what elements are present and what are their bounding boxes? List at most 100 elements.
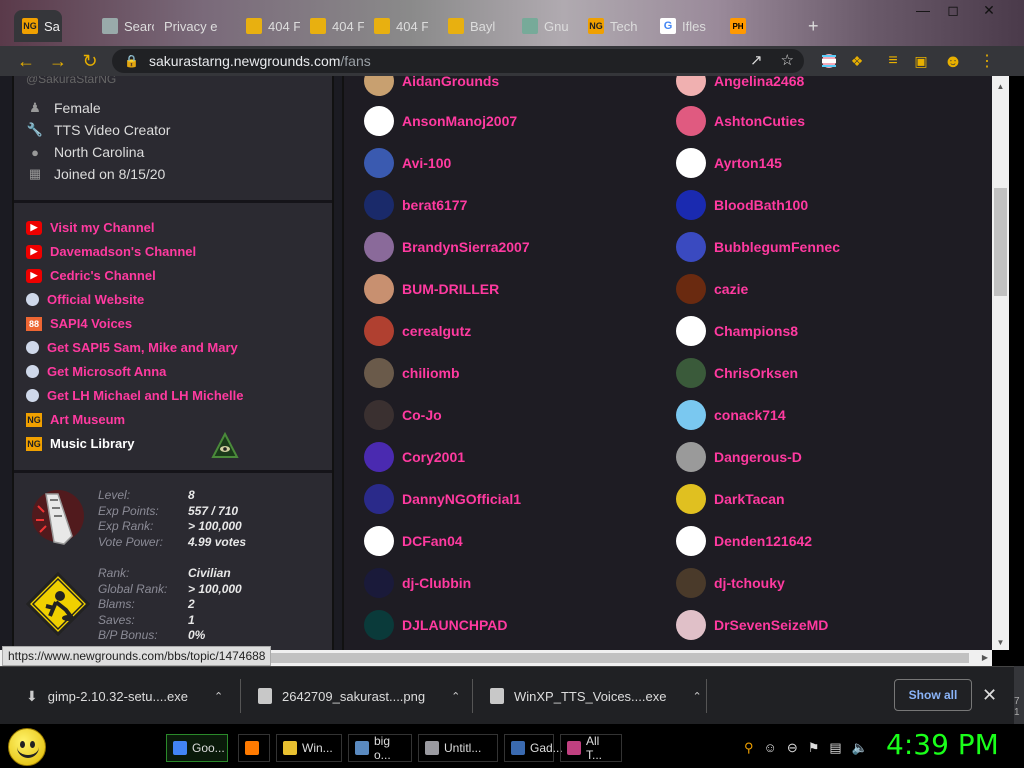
side-panel-icon[interactable]: ▣ xyxy=(910,50,932,72)
fan-item[interactable]: Avi-100 xyxy=(364,148,451,178)
new-tab-button[interactable]: + xyxy=(800,10,830,42)
link-sapi4-voices[interactable]: 88 SAPI4 Voices xyxy=(26,316,132,331)
tab[interactable]: PH xyxy=(722,10,794,42)
link-get-lh-voices[interactable]: Get LH Michael and LH Michelle xyxy=(26,388,243,403)
account-avatar-icon[interactable]: ☻ xyxy=(942,50,964,72)
reload-icon[interactable]: ↻ xyxy=(74,46,106,76)
link-cedric-channel[interactable]: ▶ Cedric's Channel xyxy=(26,268,156,283)
link-davemadson-channel[interactable]: ▶ Davemadson's Channel xyxy=(26,244,196,259)
link-visit-my-channel[interactable]: ▶ Visit my Channel xyxy=(26,220,155,235)
fan-item[interactable]: berat6177 xyxy=(364,190,467,220)
scroll-down-arrow-icon[interactable]: ▼ xyxy=(992,636,1009,650)
avatar xyxy=(364,568,394,598)
taskbar-button-label: Win... xyxy=(302,741,333,755)
taskbar-button[interactable]: Gad... xyxy=(504,734,563,762)
fan-item[interactable]: AshtonCuties xyxy=(676,106,805,136)
link-official-website[interactable]: Official Website xyxy=(26,292,144,307)
avatar xyxy=(364,400,394,430)
reading-list-icon[interactable]: ≡ xyxy=(882,50,904,72)
taskbar-button[interactable]: big o... xyxy=(348,734,412,762)
minus-circle-icon[interactable]: ⊖ xyxy=(787,740,798,756)
bookmark-star-icon[interactable]: ☆ xyxy=(781,51,794,69)
globe-icon xyxy=(26,365,39,378)
fan-item[interactable]: DannyNGOfficial1 xyxy=(364,484,521,514)
maximize-icon[interactable]: ◻ xyxy=(938,0,968,20)
network-icon[interactable]: ▤ xyxy=(829,740,841,756)
chevron-up-icon[interactable]: ⌃ xyxy=(692,690,701,703)
fan-item[interactable]: AnsonManoj2007 xyxy=(364,106,517,136)
link-art-museum[interactable]: NG Art Museum xyxy=(26,412,125,427)
link-get-microsoft-anna[interactable]: Get Microsoft Anna xyxy=(26,364,166,379)
download-item[interactable]: ⬇ gimp-2.10.32-setu....exe ⌃ xyxy=(26,667,223,725)
avatar xyxy=(676,526,706,556)
fan-item[interactable]: Denden121642 xyxy=(676,526,812,556)
smiley-tray-icon[interactable]: ☺ xyxy=(764,740,777,756)
fan-item[interactable]: Angelina2468 xyxy=(676,76,804,96)
extensions-puzzle-icon[interactable]: ❖ xyxy=(846,50,868,72)
back-arrow-icon[interactable]: ← xyxy=(10,46,42,76)
chevron-up-icon[interactable]: ⌃ xyxy=(214,690,223,703)
tab[interactable]: NG Tech xyxy=(580,10,650,42)
fan-item[interactable]: dj-Clubbin xyxy=(364,568,471,598)
chevron-up-icon[interactable]: ⌃ xyxy=(451,690,460,703)
fan-item[interactable]: Cory2001 xyxy=(364,442,465,472)
fan-item[interactable]: BUM-DRILLER xyxy=(364,274,499,304)
fan-item[interactable]: BrandynSierra2007 xyxy=(364,232,530,262)
fan-item[interactable]: ChrisOrksen xyxy=(676,358,798,388)
download-item[interactable]: WinXP_TTS_Voices....exe ⌃ xyxy=(490,667,702,725)
volume-icon[interactable]: 🔈 xyxy=(852,740,868,756)
fan-item[interactable]: DrSevenSeizeMD xyxy=(676,610,828,640)
vertical-scrollbar[interactable]: ▲ ▼ xyxy=(992,76,1009,650)
close-icon[interactable]: ✕ xyxy=(982,685,997,706)
fan-item[interactable]: chiliomb xyxy=(364,358,460,388)
fan-item[interactable]: BloodBath100 xyxy=(676,190,808,220)
fan-item[interactable]: Ayrton145 xyxy=(676,148,782,178)
profile-flag-icon[interactable] xyxy=(818,50,840,72)
scroll-up-arrow-icon[interactable]: ▲ xyxy=(992,80,1009,94)
fan-item[interactable]: cerealgutz xyxy=(364,316,471,346)
forward-arrow-icon[interactable]: → xyxy=(42,46,74,76)
404-icon xyxy=(310,18,326,34)
tab[interactable]: 404 F xyxy=(366,10,428,42)
fan-item[interactable]: dj-tchouky xyxy=(676,568,785,598)
scroll-thumb[interactable] xyxy=(994,188,1007,296)
tab-active[interactable]: NG Sa xyxy=(14,10,62,42)
taskbar-button[interactable] xyxy=(238,734,270,762)
fan-item[interactable]: DJLAUNCHPAD xyxy=(364,610,508,640)
taskbar-button[interactable]: Untitl... xyxy=(418,734,498,762)
fan-item[interactable]: cazie xyxy=(676,274,748,304)
fan-item[interactable]: DarkTacan xyxy=(676,484,785,514)
menu-dots-icon[interactable]: ⋮ xyxy=(976,50,998,72)
fan-item[interactable]: Champions8 xyxy=(676,316,798,346)
tab[interactable]: 404 F xyxy=(302,10,364,42)
taskbar-button[interactable]: Goo... xyxy=(166,734,228,762)
info-text: TTS Video Creator xyxy=(54,122,171,138)
show-all-button[interactable]: Show all xyxy=(894,679,972,711)
download-item[interactable]: 2642709_sakurast....png ⌃ xyxy=(258,667,460,725)
tab[interactable]: Gnu xyxy=(514,10,576,42)
link-get-sapi5[interactable]: Get SAPI5 Sam, Mike and Mary xyxy=(26,340,238,355)
search-icon[interactable]: ⚲ xyxy=(744,740,754,756)
fan-item[interactable]: BubblegumFennec xyxy=(676,232,840,262)
tab[interactable]: G Ifles xyxy=(652,10,718,42)
tab[interactable]: Bayl xyxy=(440,10,502,42)
tab[interactable]: 404 F xyxy=(238,10,300,42)
tab[interactable]: Searc xyxy=(94,10,154,42)
fan-item[interactable]: DCFan04 xyxy=(364,526,463,556)
address-bar[interactable]: 🔒 sakurastarng.newgrounds.com/fans ↗ ☆ xyxy=(112,49,804,73)
taskbar-button[interactable]: All T... xyxy=(560,734,622,762)
scroll-right-arrow-icon[interactable]: ▶ xyxy=(978,650,992,666)
fan-item[interactable]: Co-Jo xyxy=(364,400,442,430)
close-window-icon[interactable]: ✕ xyxy=(974,0,1004,20)
link-music-library[interactable]: NG Music Library xyxy=(26,436,135,451)
fan-item[interactable]: conack714 xyxy=(676,400,786,430)
share-icon[interactable]: ↗ xyxy=(750,51,763,69)
fan-item[interactable]: Dangerous-D xyxy=(676,442,802,472)
start-button-smiley-icon[interactable] xyxy=(8,728,46,766)
fan-item[interactable]: AidanGrounds xyxy=(364,76,499,96)
minimize-icon[interactable]: — xyxy=(908,0,938,20)
flag-icon[interactable]: ⚑ xyxy=(808,740,820,756)
tab[interactable]: Privacy e xyxy=(156,10,236,42)
fan-name: AshtonCuties xyxy=(714,113,805,129)
taskbar-button[interactable]: Win... xyxy=(276,734,342,762)
